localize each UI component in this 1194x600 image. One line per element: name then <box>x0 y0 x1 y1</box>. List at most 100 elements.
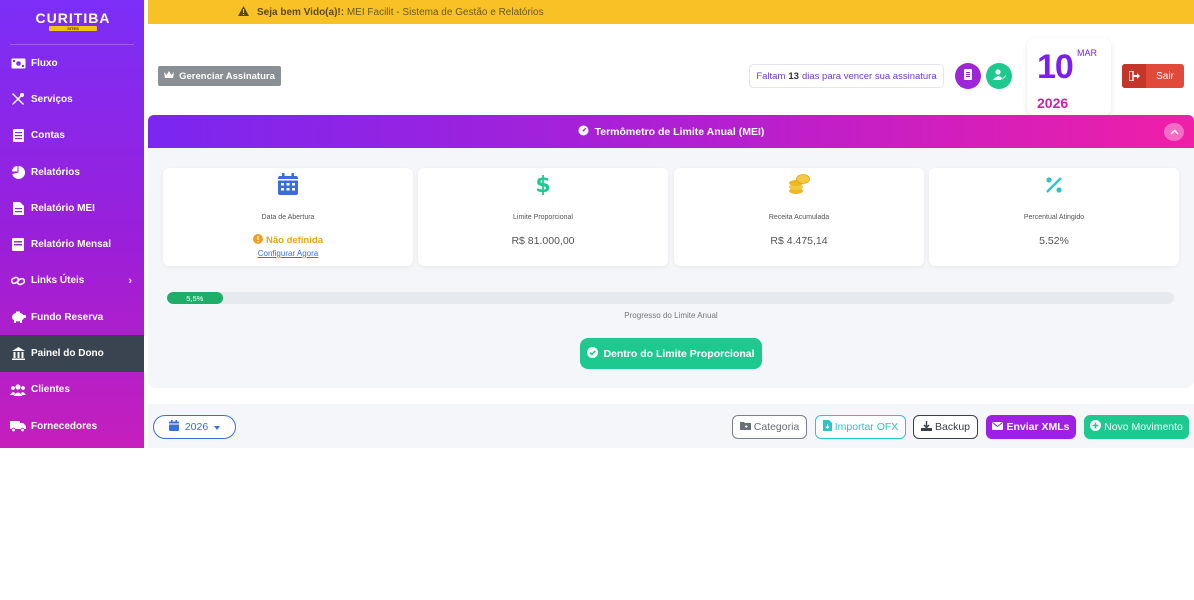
sidebar-item-label: Contas <box>31 130 65 142</box>
sidebar-item-servicos[interactable]: Serviços <box>0 81 144 117</box>
thermometer-title: Termômetro de Limite Anual (MEI) <box>594 125 765 138</box>
opening-date-card: Data de Abertura Não definida Configurar… <box>163 168 413 266</box>
users-icon <box>10 383 26 397</box>
sidebar-item-clientes[interactable]: Clientes <box>0 372 144 408</box>
percentage-reached-value: 5.52% <box>1039 235 1069 247</box>
warning-icon <box>238 5 249 19</box>
backup-label: Backup <box>934 421 971 433</box>
limit-status-button[interactable]: Dentro do Limite Proporcional <box>580 338 762 369</box>
sidebar-item-label: Relatório Mensal <box>31 239 112 251</box>
sidebar-item-label: Relatórios <box>31 166 80 178</box>
sidebar-item-label: Relatório MEI <box>31 202 95 214</box>
envelope-icon <box>992 421 1004 433</box>
sidebar-item-relatorio-mei[interactable]: Relatório MEI <box>0 190 144 226</box>
thermometer-panel: Termômetro de Limite Anual (MEI) Data de… <box>148 115 1194 388</box>
sidebar-nav: Fluxo Serviços Contas Relatórios Relatór… <box>0 45 144 444</box>
sidebar-item-fluxo[interactable]: Fluxo <box>0 45 144 81</box>
download-icon <box>920 420 932 434</box>
expiry-suffix: dias para vencer sua assinatura <box>801 70 937 82</box>
calendar-icon <box>168 420 179 434</box>
expiry-prefix: Faltam <box>756 70 786 82</box>
percent-icon <box>929 173 1179 195</box>
date-day: 10 <box>1037 48 1074 86</box>
sidebar-item-relatorio-mensal[interactable]: Relatório Mensal <box>0 226 144 262</box>
sidebar-item-label: Fornecedores <box>31 420 98 432</box>
check-circle-icon <box>587 346 599 361</box>
movements-toolbar: 2026 Categoria Importar OFX Backup Envia… <box>148 404 1194 448</box>
progress-fill: 5,5% <box>167 292 223 304</box>
sidebar-item-contas[interactable]: Contas <box>0 118 144 154</box>
logo-subtext: SITES <box>49 26 97 31</box>
subscription-expiry-notice: Faltam 13 dias para vencer sua assinatur… <box>749 64 944 88</box>
user-edit-button[interactable] <box>986 63 1012 89</box>
document-icon <box>10 129 26 143</box>
expiry-days: 13 <box>788 70 799 82</box>
plus-circle-icon <box>1090 420 1102 434</box>
document-button[interactable] <box>955 63 981 89</box>
category-button[interactable]: Categoria <box>732 415 807 439</box>
logout-label: Sair <box>1156 70 1174 82</box>
alert-circle-icon <box>252 234 263 247</box>
progress-caption: Progresso do Limite Anual <box>624 311 718 320</box>
file-import-icon <box>822 420 832 434</box>
opening-date-label: Data de Abertura <box>261 214 315 221</box>
chevron-right-icon: › <box>128 274 132 287</box>
annual-limit-progress-bar: 5,5% <box>167 292 1174 304</box>
crown-icon <box>164 70 175 82</box>
tools-icon <box>10 92 26 106</box>
percentage-reached-card: Percentual Atingido 5.52% <box>929 168 1179 266</box>
calendar-icon <box>163 173 413 195</box>
collapse-button[interactable] <box>1164 123 1184 141</box>
send-xmls-button[interactable]: Enviar XMLs <box>986 415 1076 439</box>
proportional-limit-label: Limite Proporcional <box>513 214 573 221</box>
date-card: 10 MAR 2026 <box>1027 38 1111 116</box>
new-movement-label: Novo Movimento <box>1104 421 1183 433</box>
logout-button[interactable]: Sair <box>1122 64 1184 88</box>
opening-date-status: Não definida <box>163 234 413 247</box>
document-icon <box>964 67 972 85</box>
date-month: MAR <box>1077 48 1097 58</box>
opening-date-status-text: Não definida <box>265 235 323 246</box>
percentage-reached-label: Percentual Atingido <box>1023 214 1085 221</box>
sidebar-item-label: Links Úteis <box>31 275 85 287</box>
import-ofx-button[interactable]: Importar OFX <box>815 415 906 439</box>
logout-icon <box>1122 64 1146 88</box>
sidebar-item-fundo-reserva[interactable]: Fundo Reserva <box>0 299 144 335</box>
import-ofx-label: Importar OFX <box>834 421 899 433</box>
gauge-icon <box>578 125 589 139</box>
pie-chart-icon <box>10 165 26 179</box>
welcome-greeting: Seja bem Vido(a)!: <box>257 6 345 18</box>
welcome-message: MEI Facilit - Sistema de Gestão e Relató… <box>346 6 544 18</box>
proportional-limit-value: R$ 81.000,00 <box>511 235 575 247</box>
truck-icon <box>10 419 26 433</box>
sidebar-item-fornecedores[interactable]: Fornecedores <box>0 408 144 444</box>
sidebar-item-label: Fundo Reserva <box>31 311 104 323</box>
sidebar-item-relatorios[interactable]: Relatórios <box>0 154 144 190</box>
manage-subscription-label: Gerenciar Assinatura <box>179 70 275 82</box>
sidebar-item-painel-do-dono[interactable]: Painel do Dono <box>0 335 144 372</box>
sidebar-item-label: Fluxo <box>31 57 58 69</box>
brand-logo[interactable]: CURITIBA SITES <box>27 11 119 31</box>
caret-down-icon <box>214 421 221 433</box>
proportional-limit-card: $ Limite Proporcional R$ 81.000,00 <box>418 168 668 266</box>
book-icon <box>10 238 26 252</box>
accumulated-revenue-value: R$ 4.475,14 <box>770 235 828 247</box>
year-selector-label: 2026 <box>184 421 209 433</box>
folder-plus-icon <box>739 421 751 433</box>
category-label: Categoria <box>753 421 800 433</box>
send-xmls-label: Enviar XMLs <box>1006 421 1070 433</box>
sidebar-item-label: Clientes <box>31 384 70 396</box>
money-bill-icon <box>10 56 26 70</box>
backup-button[interactable]: Backup <box>913 415 978 439</box>
bank-icon <box>10 347 26 361</box>
chevron-up-icon <box>1169 126 1179 138</box>
logo-text: CURITIBA <box>35 10 111 26</box>
new-movement-button[interactable]: Novo Movimento <box>1084 415 1189 439</box>
manage-subscription-button[interactable]: Gerenciar Assinatura <box>158 66 281 86</box>
sidebar-item-links-uteis[interactable]: Links Úteis › <box>0 263 144 299</box>
accumulated-revenue-card: Receita Acumulada R$ 4.475,14 <box>674 168 924 266</box>
configure-now-link[interactable]: Configurar Agora <box>163 249 413 258</box>
user-edit-icon <box>992 67 1006 85</box>
thermometer-header[interactable]: Termômetro de Limite Anual (MEI) <box>148 115 1194 148</box>
year-selector[interactable]: 2026 <box>153 415 236 439</box>
